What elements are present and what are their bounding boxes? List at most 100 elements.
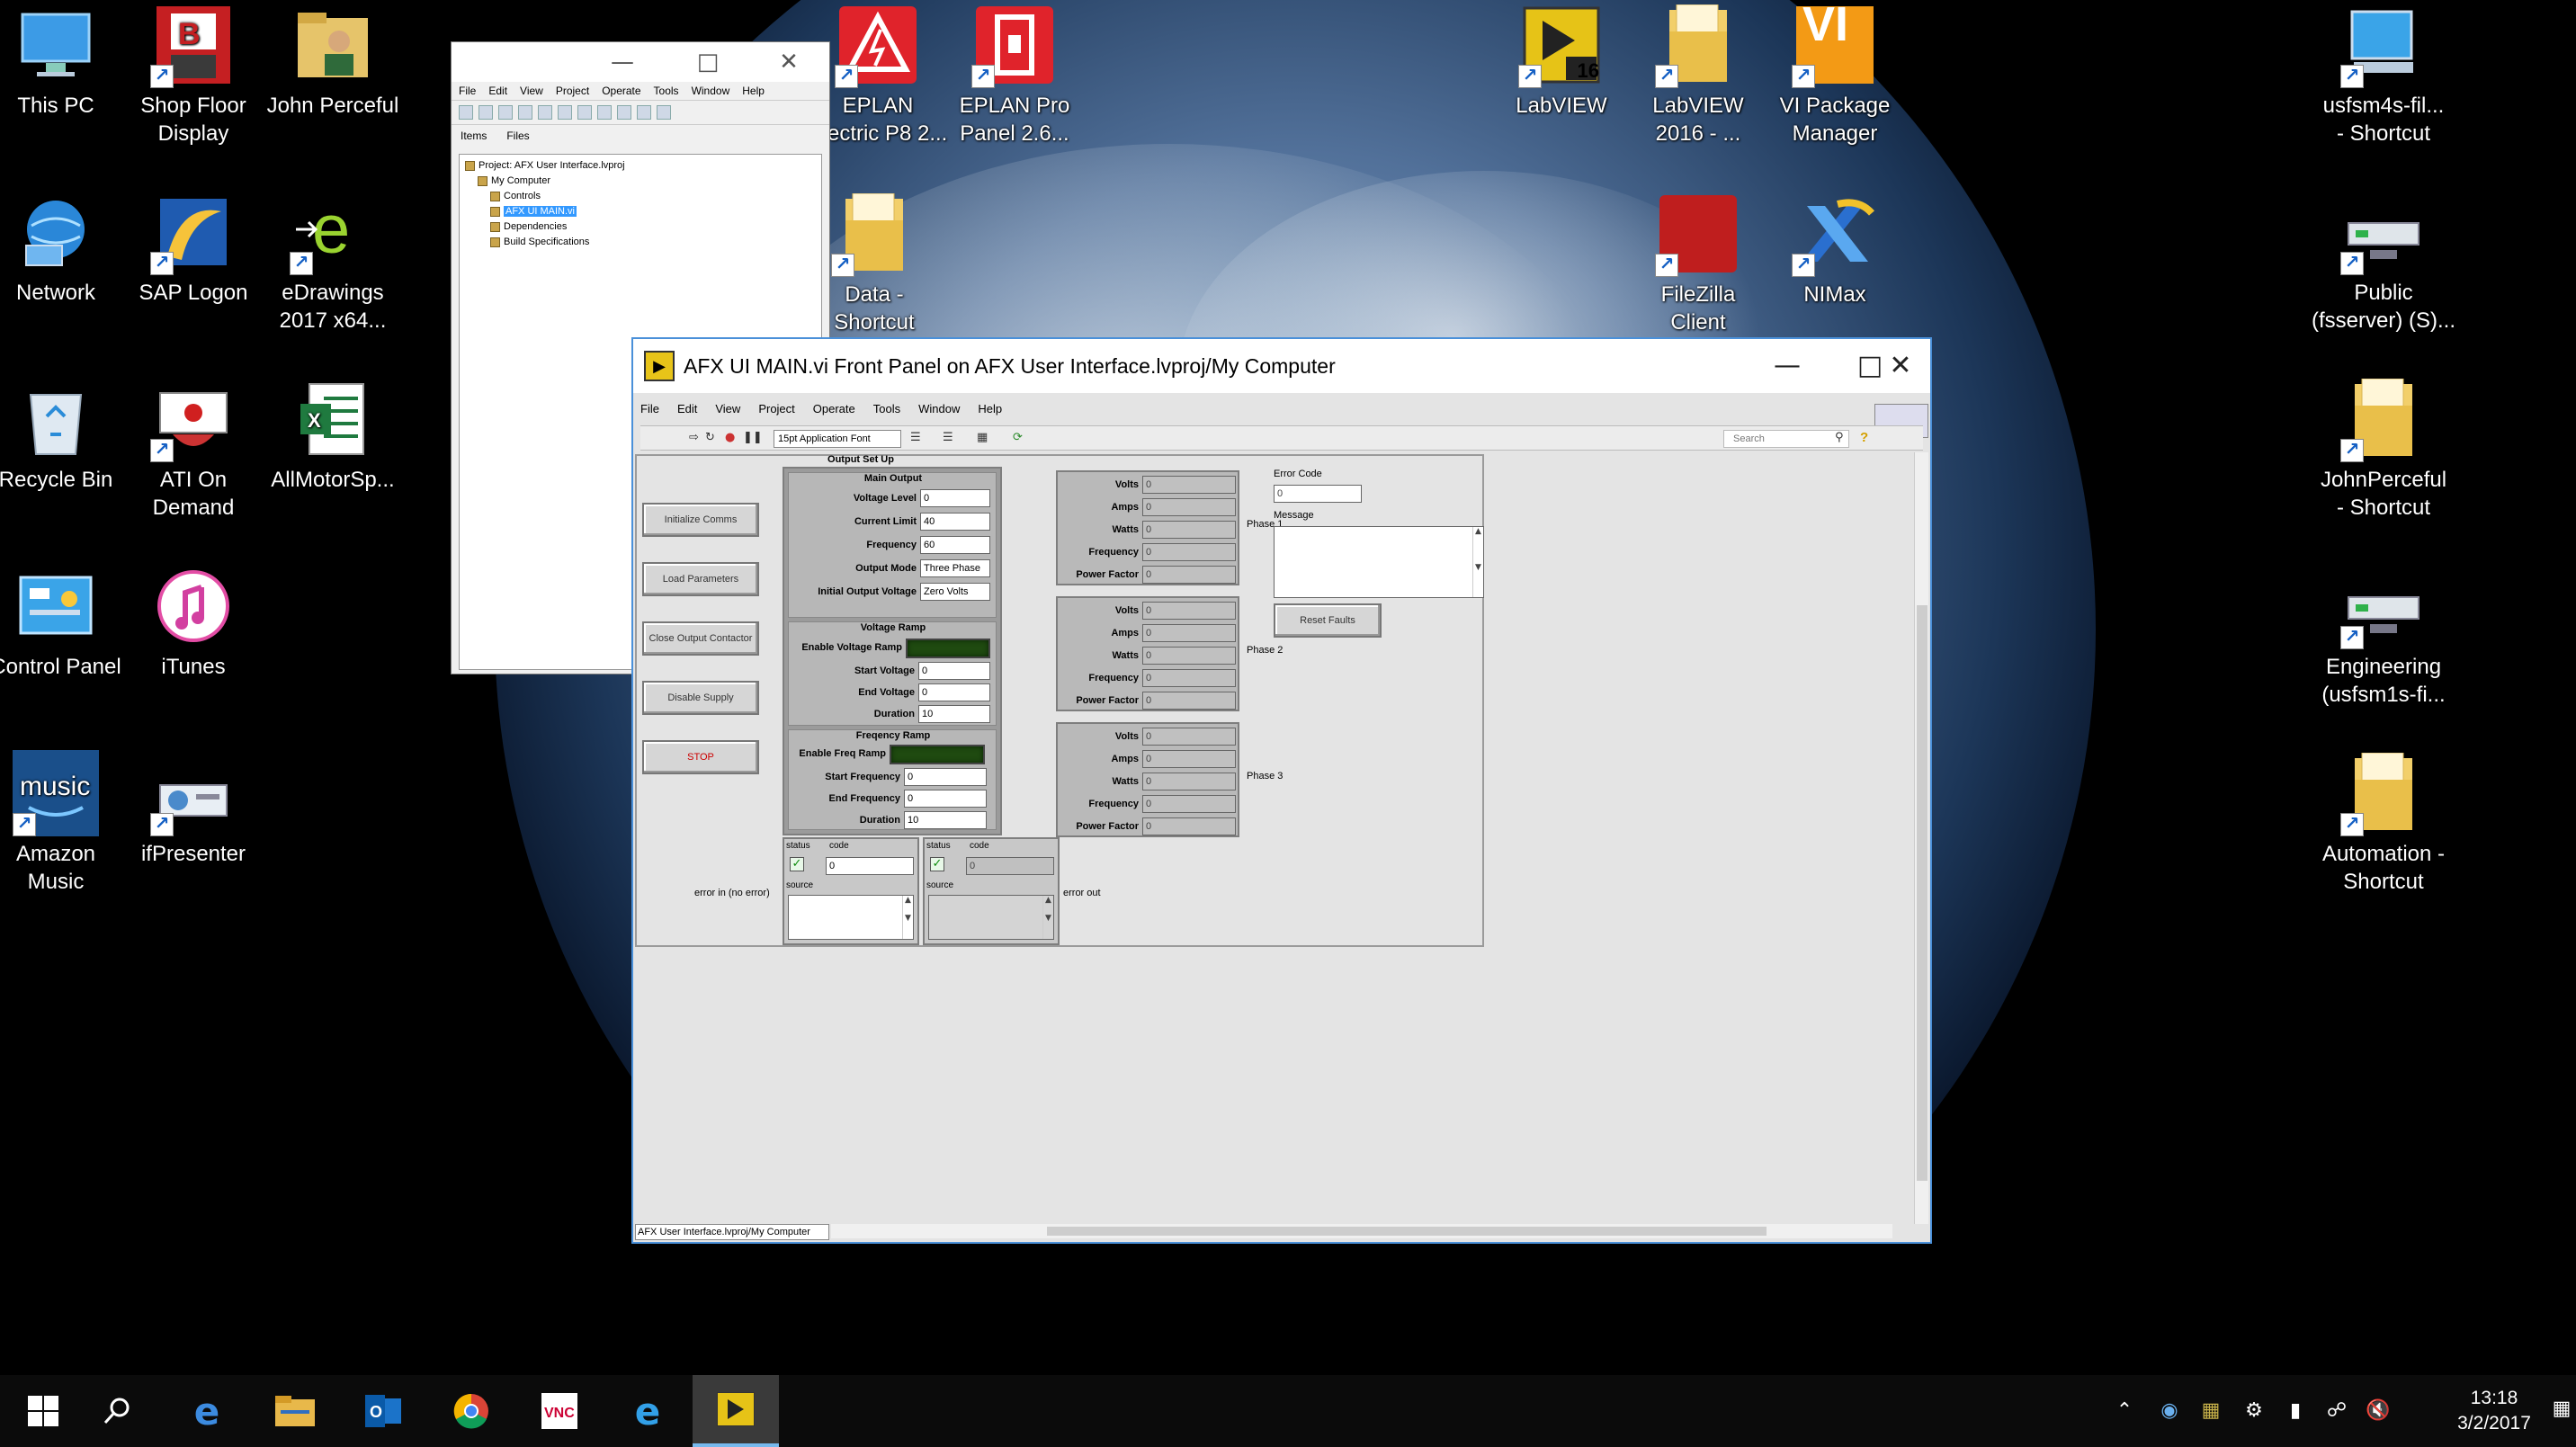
error-in-source-scrollbar[interactable]: ▲ ▼: [902, 896, 913, 939]
internet-explorer-taskbar-button[interactable]: e: [604, 1375, 691, 1447]
search-button[interactable]: [74, 1375, 160, 1447]
menu-view[interactable]: View: [715, 398, 740, 420]
numeric-control[interactable]: 10: [904, 811, 987, 829]
paste-icon[interactable]: [558, 105, 572, 120]
expand-icon[interactable]: [637, 105, 651, 120]
menu-tools[interactable]: Tools: [654, 82, 679, 100]
show-hidden-icons-chevron-icon[interactable]: ⌃: [2112, 1398, 2137, 1424]
numeric-control[interactable]: 0: [920, 489, 990, 507]
tree-item[interactable]: My Computer: [465, 174, 816, 189]
network-icon[interactable]: ☍: [2324, 1398, 2349, 1424]
desktop-icon-john-perceful[interactable]: John Perceful: [261, 2, 405, 120]
reorder-icon[interactable]: ⟳: [1013, 432, 1036, 444]
numeric-control[interactable]: 0: [918, 683, 990, 701]
menu-view[interactable]: View: [520, 82, 543, 100]
minimize-icon[interactable]: —: [604, 48, 640, 76]
copy-icon[interactable]: [538, 105, 552, 120]
labview-taskbar-button[interactable]: [693, 1375, 779, 1447]
error-in-status-checkbox[interactable]: ✓: [790, 857, 804, 871]
stop-button[interactable]: STOP: [642, 740, 759, 774]
menu-project[interactable]: Project: [758, 398, 794, 420]
numeric-control[interactable]: 40: [920, 513, 990, 531]
desktop-icon-itunes[interactable]: iTunes: [121, 563, 265, 681]
run-continuously-icon[interactable]: ↻: [705, 432, 718, 444]
delete-icon[interactable]: [577, 105, 592, 120]
save-icon[interactable]: [498, 105, 513, 120]
desktop-icon-automation-shortcut[interactable]: ↗ Automation - Shortcut: [2312, 750, 2455, 896]
desktop-icon-johnperceful-shortcut[interactable]: ↗ JohnPerceful - Shortcut: [2312, 376, 2455, 522]
desktop-icon-amazon-music[interactable]: music ↗ Amazon Music: [0, 750, 128, 896]
numeric-control[interactable]: 0: [904, 768, 987, 786]
reset-faults-button[interactable]: Reset Faults: [1274, 603, 1382, 638]
error-out-source-scrollbar[interactable]: ▲ ▼: [1042, 896, 1053, 939]
build-icon[interactable]: [597, 105, 612, 120]
desktop-icon-recycle-bin[interactable]: Recycle Bin: [0, 376, 128, 494]
battery-icon[interactable]: ▮: [2283, 1398, 2308, 1424]
desktop-icon-eplan-pro-panel[interactable]: ↗ EPLAN Pro Panel 2.6...: [943, 2, 1087, 147]
desktop-icon-sap-logon[interactable]: ↗ SAP Logon: [121, 189, 265, 307]
distribute-icon[interactable]: ☰: [943, 432, 966, 444]
minimize-icon[interactable]: —: [1756, 346, 1819, 386]
horizontal-scrollbar[interactable]: [831, 1224, 1892, 1238]
file-explorer-taskbar-button[interactable]: [252, 1375, 338, 1447]
tab-items[interactable]: Items: [461, 125, 487, 147]
tree-item[interactable]: Controls: [465, 189, 816, 204]
disable-supply-button[interactable]: Disable Supply: [642, 681, 759, 715]
enable-voltage-ramp-toggle[interactable]: [906, 639, 990, 658]
tree-item[interactable]: Dependencies: [465, 219, 816, 235]
error-in-source-input[interactable]: ▲ ▼: [788, 895, 914, 940]
vnc-taskbar-button[interactable]: VNC: [516, 1375, 603, 1447]
numeric-control[interactable]: Zero Volts: [920, 583, 990, 601]
open-icon[interactable]: [479, 105, 493, 120]
abort-icon[interactable]: ●: [725, 432, 738, 444]
load-parameters-button[interactable]: Load Parameters: [642, 562, 759, 596]
menu-window[interactable]: Window: [692, 82, 730, 100]
font-selector[interactable]: 15pt Application Font: [774, 430, 901, 448]
desktop-icon-vi-package-manager[interactable]: VI ↗ VI Package Manager: [1763, 0, 1907, 147]
run-arrow-icon[interactable]: ⇨: [689, 432, 702, 444]
desktop-icon-ati-on-demand[interactable]: ↗ ATI On Demand: [121, 376, 265, 522]
filter-icon[interactable]: [617, 105, 631, 120]
message-scrollbar[interactable]: ▲ ▼: [1472, 527, 1483, 597]
menu-operate[interactable]: Operate: [602, 82, 640, 100]
menu-window[interactable]: Window: [918, 398, 960, 420]
cut-icon[interactable]: [518, 105, 532, 120]
context-help-icon[interactable]: ?: [1860, 430, 1876, 446]
tab-files[interactable]: Files: [506, 125, 529, 147]
nvidia-tray-icon[interactable]: ⚙: [2241, 1398, 2267, 1424]
desktop-icon-allmotorsp[interactable]: X AllMotorSp...: [261, 376, 405, 494]
close-icon[interactable]: ✕: [771, 48, 807, 76]
desktop-icon-edrawings[interactable]: e ↗ eDrawings 2017 x64...: [261, 189, 405, 335]
close-output-contactor-button[interactable]: Close Output Contactor: [642, 621, 759, 656]
desktop-icon-filezilla[interactable]: ↗ FileZilla Client: [1626, 191, 1770, 336]
maximize-icon[interactable]: □: [690, 48, 726, 76]
horizontal-scroll-thumb[interactable]: [1047, 1227, 1767, 1236]
initialize-comms-button[interactable]: Initialize Comms: [642, 503, 759, 537]
pause-icon[interactable]: ❚❚: [743, 432, 763, 444]
numeric-control[interactable]: 60: [920, 536, 990, 554]
menu-file[interactable]: File: [640, 398, 659, 420]
action-center-icon[interactable]: ▦: [2551, 1397, 2572, 1422]
project-window-titlebar[interactable]: — □ ✕: [452, 42, 829, 82]
front-panel-window[interactable]: ▶ AFX UI MAIN.vi Front Panel on AFX User…: [631, 337, 1932, 1244]
desktop-icon-shop-floor-display[interactable]: B ↗ Shop Floor Display: [121, 2, 265, 147]
edge-taskbar-button[interactable]: e: [164, 1375, 250, 1447]
desktop-icon-engineering-usfsm1s[interactable]: ↗ Engineering (usfsm1s-fi...: [2312, 563, 2455, 709]
desktop-icon-labview[interactable]: 16 ↗ LabVIEW: [1489, 2, 1633, 120]
menu-file[interactable]: File: [459, 82, 476, 100]
search-input[interactable]: Search: [1723, 430, 1849, 448]
numeric-control[interactable]: 0: [918, 662, 990, 680]
desktop-icon-ifpresenter[interactable]: ↗ ifPresenter: [121, 750, 265, 868]
resize-icon[interactable]: ▦: [977, 432, 1000, 444]
network-globe-icon[interactable]: ◉: [2157, 1398, 2182, 1424]
desktop-icon-usfsm4s-shortcut[interactable]: ↗ usfsm4s-fil... - Shortcut: [2312, 2, 2455, 147]
align-icon[interactable]: ☰: [910, 432, 934, 444]
menu-operate[interactable]: Operate: [813, 398, 855, 420]
menu-edit[interactable]: Edit: [488, 82, 507, 100]
desktop-icon-network[interactable]: Network: [0, 189, 128, 307]
collapse-icon[interactable]: [657, 105, 671, 120]
menu-help[interactable]: Help: [978, 398, 1002, 420]
tree-item[interactable]: AFX UI MAIN.vi: [465, 204, 816, 219]
desktop-icon-control-panel[interactable]: Control Panel: [0, 563, 128, 681]
tree-item[interactable]: Project: AFX User Interface.lvproj: [465, 158, 816, 174]
